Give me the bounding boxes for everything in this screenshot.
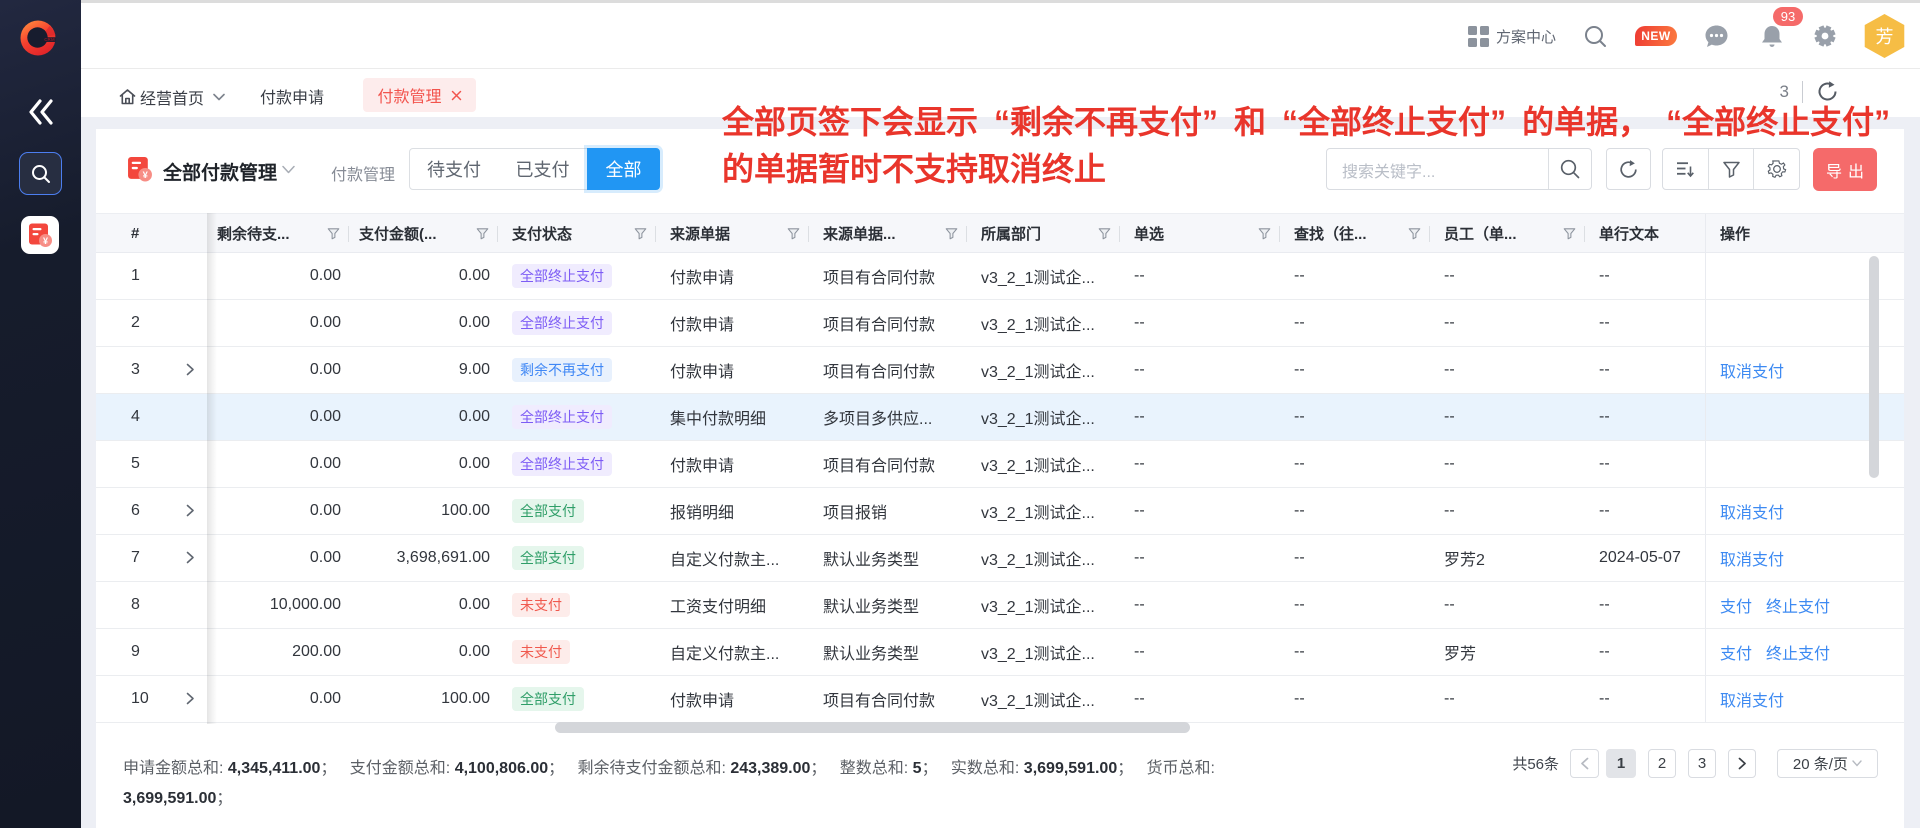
svg-text:¥: ¥ (143, 170, 149, 180)
svg-text:CRM: CRM (44, 37, 55, 42)
svg-text:¥: ¥ (42, 235, 47, 245)
